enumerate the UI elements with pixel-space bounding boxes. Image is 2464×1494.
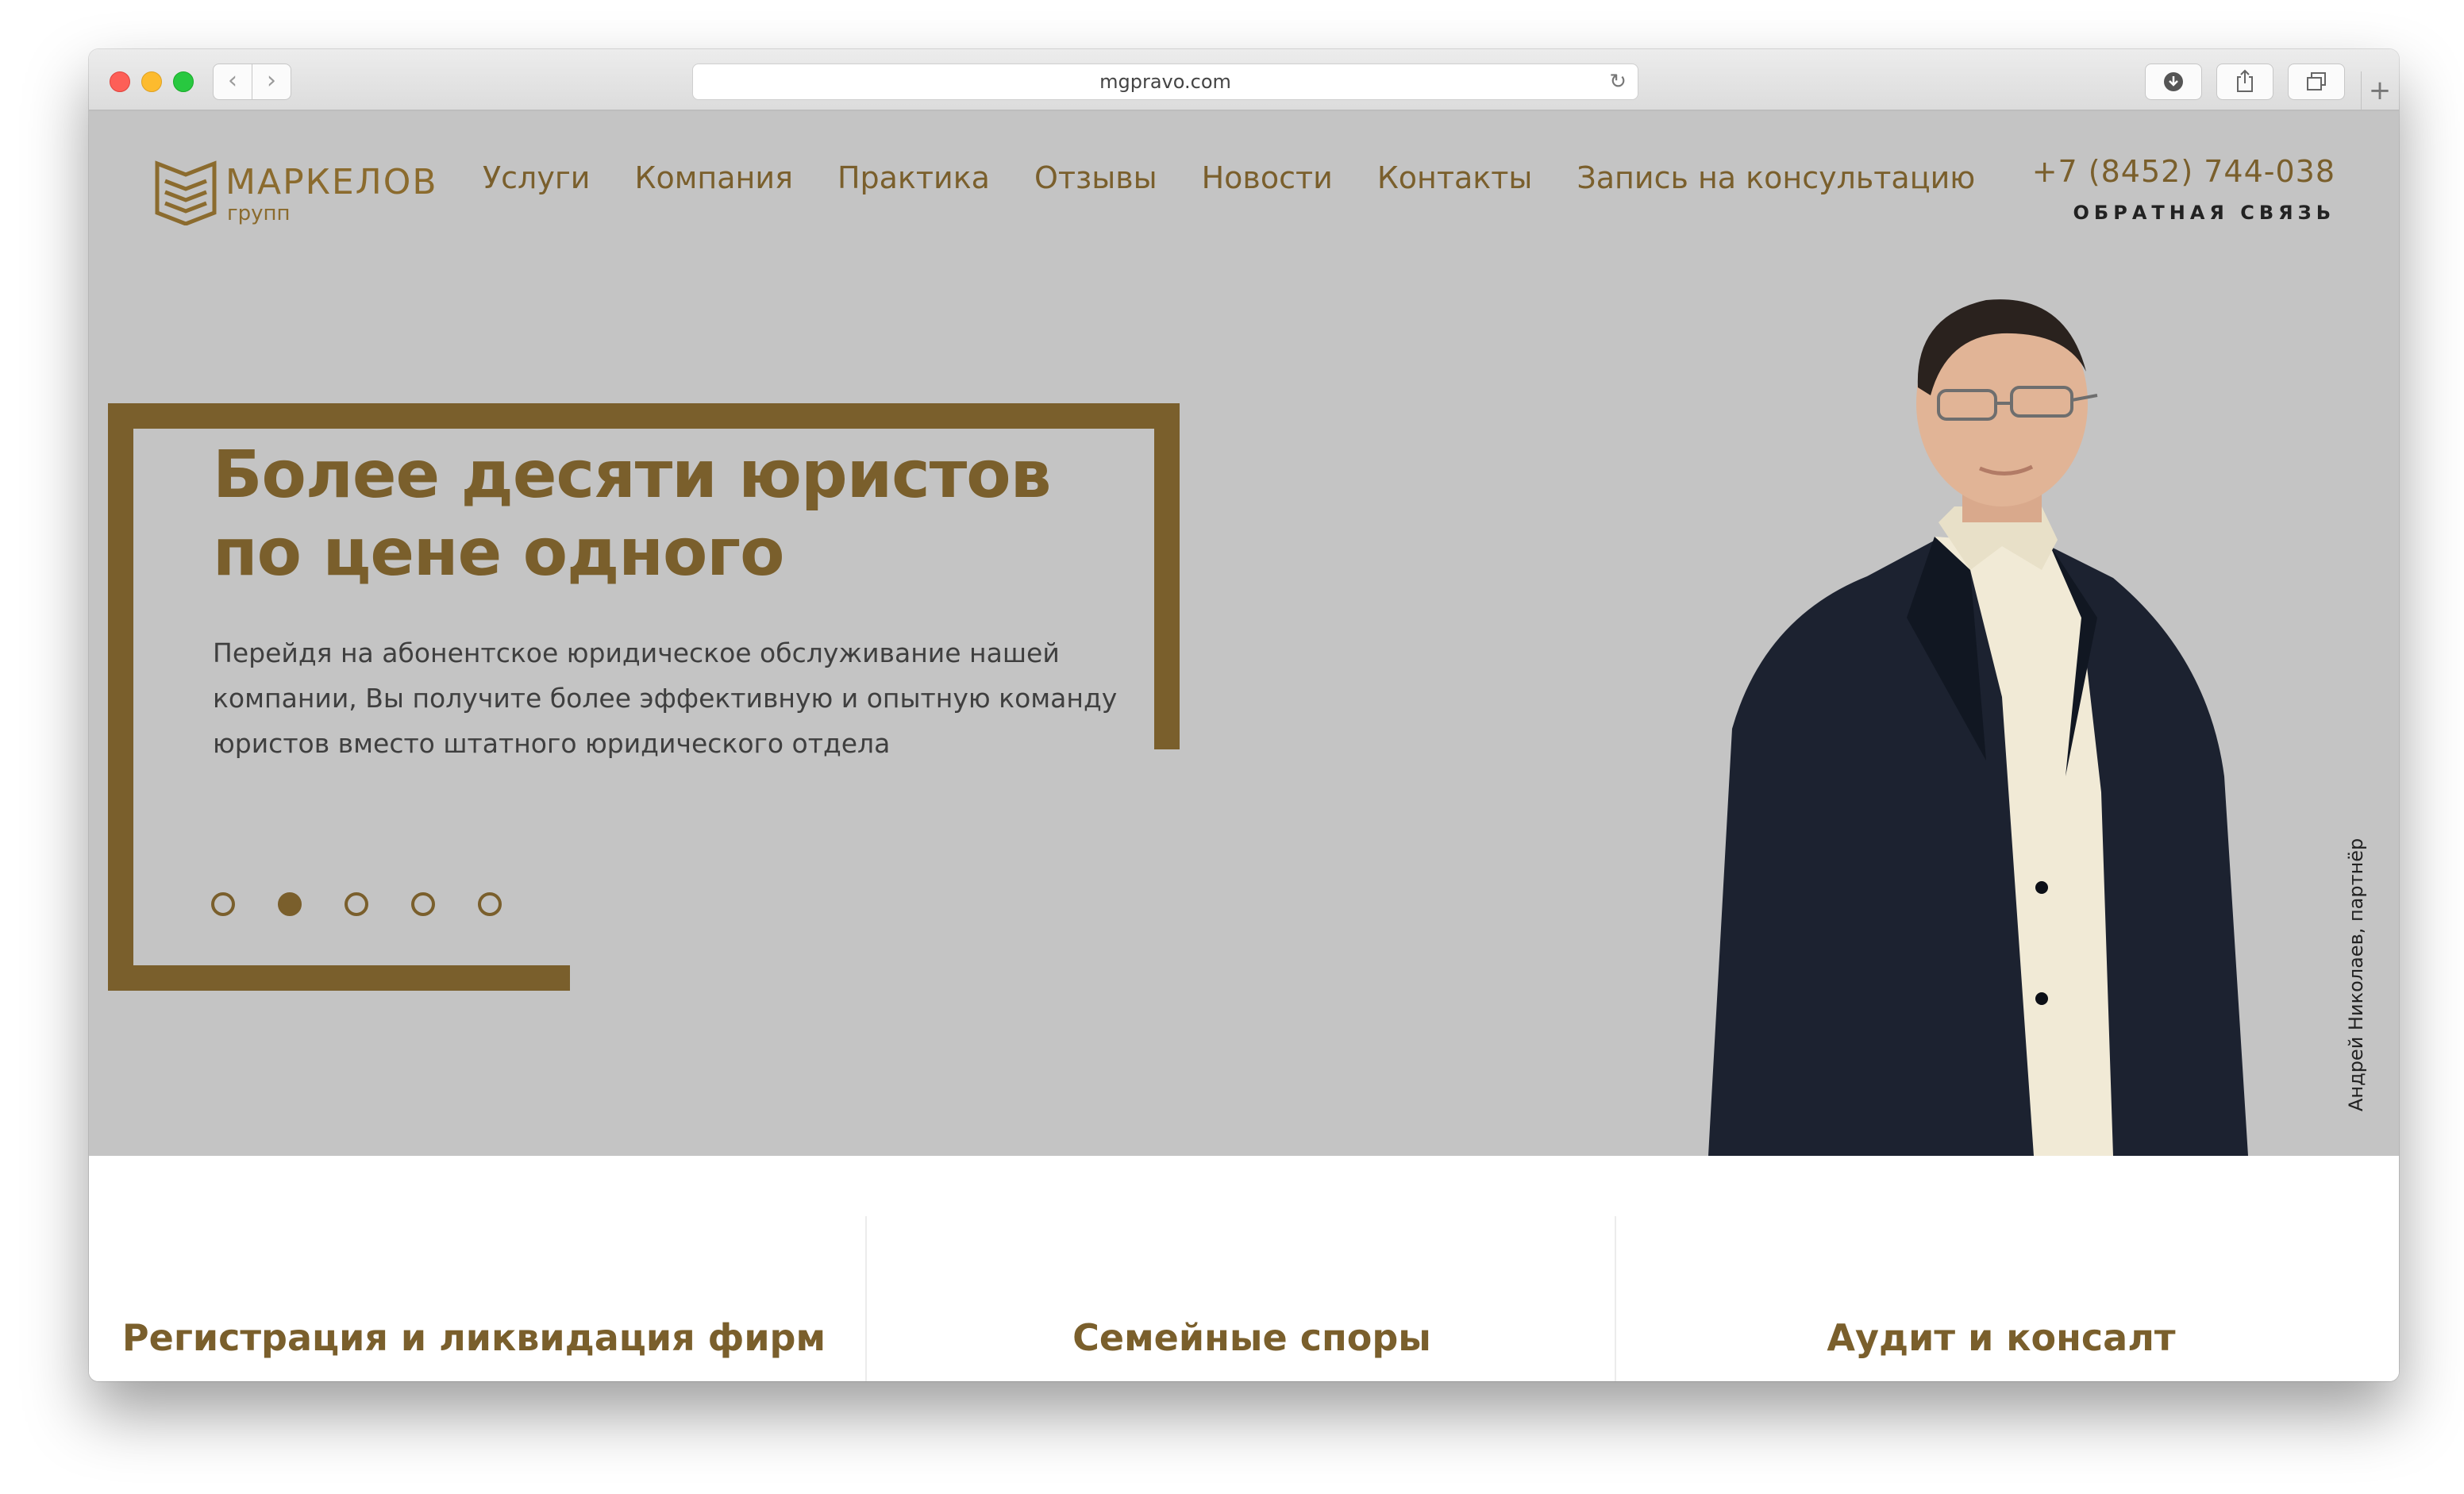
slider-dot-4[interactable] — [411, 892, 435, 916]
slider-dot-1[interactable] — [211, 892, 235, 916]
services-section: Регистрация и ликвидация фирм Семейные с… — [89, 1156, 2399, 1381]
service-card-registration[interactable]: Регистрация и ликвидация фирм — [89, 1156, 859, 1381]
nav-item-news[interactable]: Новости — [1202, 160, 1333, 208]
service-title: Аудит и консалт — [1827, 1316, 2176, 1359]
tabs-icon — [2307, 72, 2326, 90]
partner-photo — [1708, 299, 2248, 1156]
browser-window: ‹ › mgpravo.com ↻ + МАРКЕЛОВ групп Услуг… — [89, 49, 2399, 1381]
share-button[interactable] — [2216, 64, 2273, 100]
downloads-button[interactable] — [2145, 64, 2202, 100]
photo-caption: Андрей Николаев, партнёр — [2345, 794, 2369, 1111]
feedback-link[interactable]: ОБРАТНАЯ СВЯЗЬ — [2073, 202, 2335, 224]
chevron-right-icon: › — [267, 67, 276, 94]
hero-headline: Более десяти юристов по цене одного — [213, 437, 1052, 591]
service-card-audit[interactable]: Аудит и консалт — [1616, 1156, 2386, 1381]
service-title: Семейные споры — [1072, 1316, 1431, 1359]
hero-subtext: Перейдя на абонентское юридическое обслу… — [213, 637, 1118, 759]
new-tab-button[interactable]: + — [2361, 71, 2398, 110]
url-text: mgpravo.com — [1099, 71, 1231, 93]
browser-toolbar: ‹ › mgpravo.com ↻ + — [89, 49, 2399, 111]
service-card-family[interactable]: Семейные споры — [867, 1156, 1637, 1381]
hero-section: МАРКЕЛОВ групп Услуги Компания Практика … — [89, 111, 2399, 1156]
address-bar[interactable]: mgpravo.com ↻ — [692, 64, 1638, 100]
share-icon — [2237, 69, 2253, 92]
service-title: Регистрация и ликвидация фирм — [121, 1316, 826, 1359]
slider-dot-2[interactable] — [278, 892, 302, 916]
reload-icon[interactable]: ↻ — [1609, 64, 1627, 99]
close-window-button[interactable] — [110, 71, 130, 92]
nav-item-contacts[interactable]: Контакты — [1377, 160, 1533, 208]
zoom-window-button[interactable] — [173, 71, 194, 92]
chevron-left-icon: ‹ — [228, 67, 237, 94]
slider-dot-5[interactable] — [478, 892, 502, 916]
plus-icon: + — [2368, 75, 2392, 106]
minimize-window-button[interactable] — [141, 71, 162, 92]
forward-button[interactable]: › — [252, 64, 291, 100]
slider-dot-3[interactable] — [345, 892, 368, 916]
nav-item-consultation[interactable]: Запись на консультацию — [1577, 160, 1975, 208]
show-tabs-button[interactable] — [2288, 64, 2345, 100]
back-button[interactable]: ‹ — [213, 64, 252, 100]
photo-caption-text: Андрей Николаев, партнёр — [2345, 837, 2367, 1111]
phone-number[interactable]: +7 (8452) 744-038 — [2032, 154, 2335, 189]
download-icon — [2164, 72, 2183, 91]
